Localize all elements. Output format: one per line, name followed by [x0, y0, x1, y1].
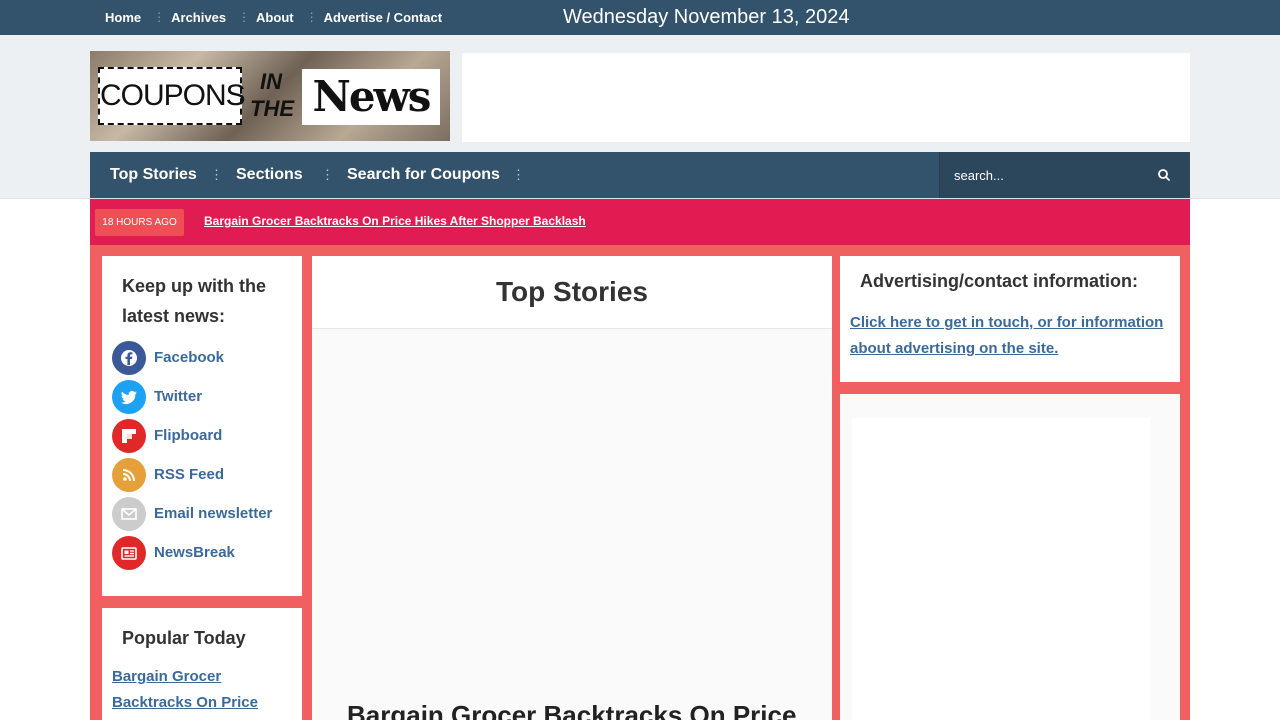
breaking-news-ticker: 18 HOURS AGO Bargain Grocer Backtracks O…	[90, 199, 1190, 245]
email-icon	[112, 497, 146, 531]
top-stories-section: Top Stories Bargain Grocer Backtracks On…	[312, 256, 832, 720]
keep-up-title: Keep up with the latest news:	[122, 276, 266, 326]
social-link-facebook[interactable]: Facebook	[112, 341, 292, 375]
popular-today-widget: Popular Today Bargain Grocer Backtracks …	[102, 608, 302, 720]
top-bar: Home Archives About Advertise / Contact …	[0, 0, 1280, 35]
top-stories-title: Top Stories	[496, 276, 648, 307]
ticker-time-badge: 18 HOURS AGO	[95, 209, 184, 236]
top-nav-home[interactable]: Home	[90, 10, 156, 25]
nav-sections[interactable]: Sections	[236, 152, 303, 198]
advertising-contact-title: Advertising/contact information:	[860, 271, 1139, 291]
social-label-flipboard: Flipboard	[154, 427, 223, 444]
logo-in-text: IN	[260, 69, 282, 94]
search-input[interactable]	[954, 165, 1144, 185]
current-date: Wednesday November 13, 2024	[563, 6, 850, 28]
contact-info-link[interactable]: Click here to get in touch, or for infor…	[850, 310, 1170, 362]
search-box	[939, 152, 1190, 198]
social-label-newsbreak: NewsBreak	[154, 544, 235, 561]
nav-top-stories[interactable]: Top Stories	[110, 152, 197, 198]
twitter-icon	[112, 380, 146, 414]
social-label-rss: RSS Feed	[154, 466, 225, 483]
logo-the-text: THE	[250, 96, 294, 121]
social-label-email: Email newsletter	[154, 505, 273, 522]
site-logo[interactable]: COUPONS IN THE News	[90, 51, 450, 141]
social-link-newsbreak[interactable]: NewsBreak	[112, 536, 292, 570]
search-button[interactable]	[1154, 165, 1174, 185]
social-label-twitter: Twitter	[154, 388, 203, 405]
search-icon	[1158, 169, 1170, 181]
facebook-icon	[112, 341, 146, 375]
flipboard-icon	[112, 419, 146, 453]
main-nav: Top Stories ⋮ Sections ⋮ Search for Coup…	[90, 152, 1190, 198]
sidebar-ad-slot	[852, 418, 1150, 720]
story-headline-link[interactable]: Bargain Grocer Backtracks On Price	[347, 700, 807, 720]
social-link-twitter[interactable]: Twitter	[112, 380, 292, 414]
advertising-contact-widget: Advertising/contact information: Click h…	[840, 256, 1180, 382]
popular-today-title: Popular Today	[122, 628, 246, 648]
social-link-flipboard[interactable]: Flipboard	[112, 419, 292, 453]
social-link-rss[interactable]: RSS Feed	[112, 458, 292, 492]
logo-coupons-text: COUPONS	[98, 67, 246, 125]
divider	[312, 328, 832, 329]
ticker-headline-link[interactable]: Bargain Grocer Backtracks On Price Hikes…	[204, 214, 586, 228]
keep-up-widget: Keep up with the latest news: Facebook T…	[102, 256, 302, 596]
nav-search-for-coupons[interactable]: Search for Coupons	[347, 152, 500, 198]
logo-news-text: News	[302, 69, 440, 125]
header-ad-slot	[462, 53, 1190, 142]
social-label-facebook: Facebook	[154, 349, 225, 366]
nav-separator: ⋮	[512, 167, 525, 182]
top-nav-advertise-contact[interactable]: Advertise / Contact	[306, 10, 457, 25]
newsbreak-icon	[112, 536, 146, 570]
nav-separator: ⋮	[210, 167, 223, 182]
nav-separator: ⋮	[321, 167, 334, 182]
social-link-email[interactable]: Email newsletter	[112, 497, 292, 531]
sidebar-ad-widget	[840, 394, 1180, 720]
top-nav: Home Archives About Advertise / Contact	[90, 0, 457, 35]
rss-icon	[112, 458, 146, 492]
popular-story-link[interactable]: Bargain Grocer Backtracks On Price Hikes	[112, 664, 297, 720]
top-nav-archives[interactable]: Archives	[153, 10, 241, 25]
top-nav-about[interactable]: About	[238, 10, 309, 25]
